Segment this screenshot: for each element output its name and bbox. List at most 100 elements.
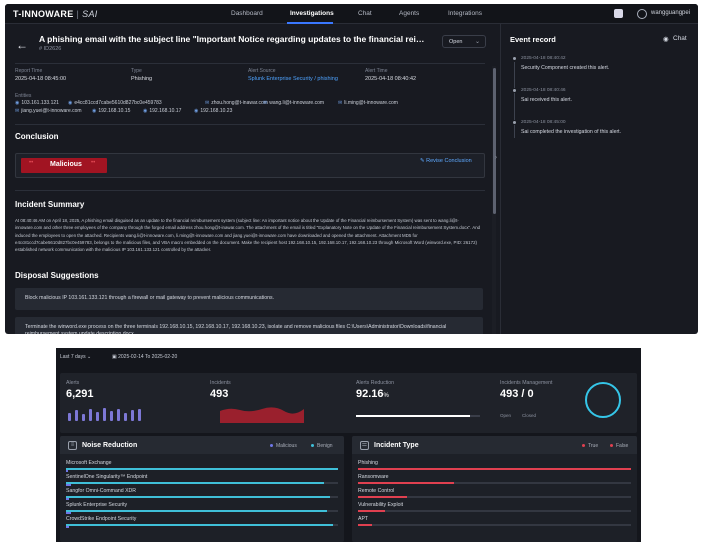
collapse-arrow-icon[interactable]: › <box>495 155 497 161</box>
divider <box>15 124 485 125</box>
entity-value: wang.li@t-innoware.com <box>269 100 325 106</box>
chat-button[interactable]: Chat <box>673 35 687 42</box>
stats-cards: Alerts 6,291 Incidents 493 Alerts Reduct… <box>60 373 637 433</box>
noise-row-label: Splunk Enterprise Security <box>66 502 128 508</box>
entity-email[interactable]: ✉ jiang.yuei@t-innoware.com <box>15 108 82 114</box>
type-value: Phishing <box>131 76 153 82</box>
entity-ip[interactable]: ◉ 103.161.133.121 <box>15 100 59 106</box>
ip-icon: ◉ <box>15 100 20 106</box>
date-range-value: 2025-02-14 To 2025-02-20 <box>118 354 178 360</box>
noise-row-malicious-bar <box>66 484 72 486</box>
noise-row-malicious-bar <box>66 470 68 472</box>
alerts-reduction-value: 92.16% <box>356 388 389 400</box>
conclusion-heading: Conclusion <box>15 132 59 141</box>
timeline-line <box>514 62 515 138</box>
host-icon: ◉ <box>194 108 199 114</box>
date-range[interactable]: ▣ 2025-02-14 To 2025-02-20 <box>112 354 177 360</box>
entity-ip[interactable]: ◉ 192.168.10.15 <box>92 108 130 114</box>
user-icon[interactable] <box>637 9 647 19</box>
suggestion-item: Terminate the winword.exe process on the… <box>15 317 483 334</box>
legend-malicious: Malicious <box>270 443 297 449</box>
event-time: 2025-04-18 08:45:00 <box>521 120 566 125</box>
event-text: Sai completed the investigation of this … <box>521 129 622 135</box>
status-select[interactable]: Open ⌄ <box>442 35 486 48</box>
legend-true: True <box>582 443 598 449</box>
alert-time-label: Alert Time <box>365 68 388 74</box>
entity-ip[interactable]: ◉ 192.168.10.17 <box>143 108 181 114</box>
spark-bar <box>131 410 134 421</box>
noise-reduction-panel: ≡ Noise Reduction Malicious Benign Micro… <box>60 436 344 542</box>
report-time-value: 2025-04-18 08:45:00 <box>15 76 67 82</box>
alert-id: # ID2626 <box>39 46 62 52</box>
time-range-select[interactable]: Last 7 days ⌄ <box>60 354 91 360</box>
legend-benign: Benign <box>311 443 333 449</box>
entity-ip[interactable]: ◉ 192.168.10.23 <box>194 108 232 114</box>
open-legend: Open <box>500 413 512 418</box>
legend-label: False <box>616 443 629 449</box>
spark-bar <box>138 409 141 421</box>
logo-text: T-INNOWARE <box>13 9 74 19</box>
panel-title: Noise Reduction <box>82 442 138 449</box>
spark-bar <box>68 413 71 421</box>
legend-label: Benign <box>317 443 333 449</box>
back-arrow-icon[interactable]: ← <box>16 38 28 52</box>
entity-email[interactable]: ✉ wang.li@t-innoware.com <box>263 100 324 106</box>
alert-source-link[interactable]: Splunk Enterprise Security / phishing <box>248 76 338 82</box>
type-label: Type <box>131 68 142 74</box>
entity-value: jiang.yuei@t-innoware.com <box>21 108 82 114</box>
spark-bar <box>82 414 85 421</box>
entity-value: li.ming@t-innoware.com <box>344 100 398 106</box>
filter-icon: ≡ <box>68 441 77 450</box>
noise-row-benign-bar <box>66 510 328 512</box>
revise-conclusion-button[interactable]: ✎ Revise Conclusion <box>420 158 472 164</box>
logo-product: SAI <box>82 9 98 19</box>
conclusion-value: Malicious <box>50 161 82 168</box>
incidents-label: Incidents <box>210 380 231 386</box>
type-row-track <box>358 524 631 526</box>
nav-integrations[interactable]: Integrations <box>448 10 482 17</box>
event-text: Security Component created this alert. <box>521 65 610 71</box>
legend-dot <box>270 444 273 448</box>
chat-icon[interactable]: ◉ <box>663 35 669 43</box>
noise-row-benign-bar <box>66 524 333 526</box>
status-value: Open <box>449 39 463 45</box>
timeline-dot <box>512 120 517 125</box>
event-record-heading: Event record <box>510 35 556 44</box>
entity-hash[interactable]: ◉ e4cc81ccd7cabe5610d827bc0e459783 <box>68 100 162 106</box>
divider <box>15 63 485 64</box>
nav-agents[interactable]: Agents <box>399 10 419 17</box>
incident-summary-text: At 08:40:46 AM on April 18, 2025, A phis… <box>15 218 481 253</box>
host-icon: ◉ <box>92 108 97 114</box>
notification-icon[interactable] <box>614 9 623 18</box>
file-icon: ◉ <box>68 100 73 106</box>
divider <box>15 190 485 191</box>
noise-row-malicious-bar <box>66 498 69 500</box>
scrollbar-thumb[interactable] <box>493 68 496 214</box>
chevron-down-icon: ⌄ <box>474 39 480 45</box>
report-time-label: Report Time <box>15 68 43 74</box>
timeline-dot <box>512 88 517 93</box>
spark-bar <box>110 411 113 421</box>
panel-title: Incident Type <box>374 442 419 449</box>
entity-value: 192.168.10.15 <box>98 108 131 114</box>
type-row-label: Ransomware <box>358 474 389 480</box>
incident-summary-heading: Incident Summary <box>15 200 85 209</box>
app-logo[interactable]: T-INNOWARE | SAI <box>13 9 98 19</box>
spark-bar <box>103 408 106 421</box>
incidents-value: 493 <box>210 388 229 400</box>
noise-row-benign-bar <box>66 496 330 498</box>
entity-email[interactable]: ✉ li.ming@t-innoware.com <box>338 100 398 106</box>
alerts-label: Alerts <box>66 380 80 386</box>
nav-dashboard[interactable]: Dashboard <box>231 10 263 17</box>
legend-label: True <box>588 443 599 449</box>
spark-bar <box>96 412 99 421</box>
entities-label: Entities <box>15 93 32 99</box>
spark-bar <box>124 413 127 421</box>
user-name[interactable]: wangguangpei <box>651 10 690 16</box>
closed-legend: Closed <box>522 413 537 418</box>
type-row-true-bar <box>358 510 386 512</box>
nav-chat[interactable]: Chat <box>358 10 372 17</box>
nav-investigations[interactable]: Investigations <box>290 10 334 17</box>
entity-value: zhou.hong@t-inawar.com <box>211 100 268 106</box>
entity-email[interactable]: ✉ zhou.hong@t-inawar.com <box>205 100 268 106</box>
